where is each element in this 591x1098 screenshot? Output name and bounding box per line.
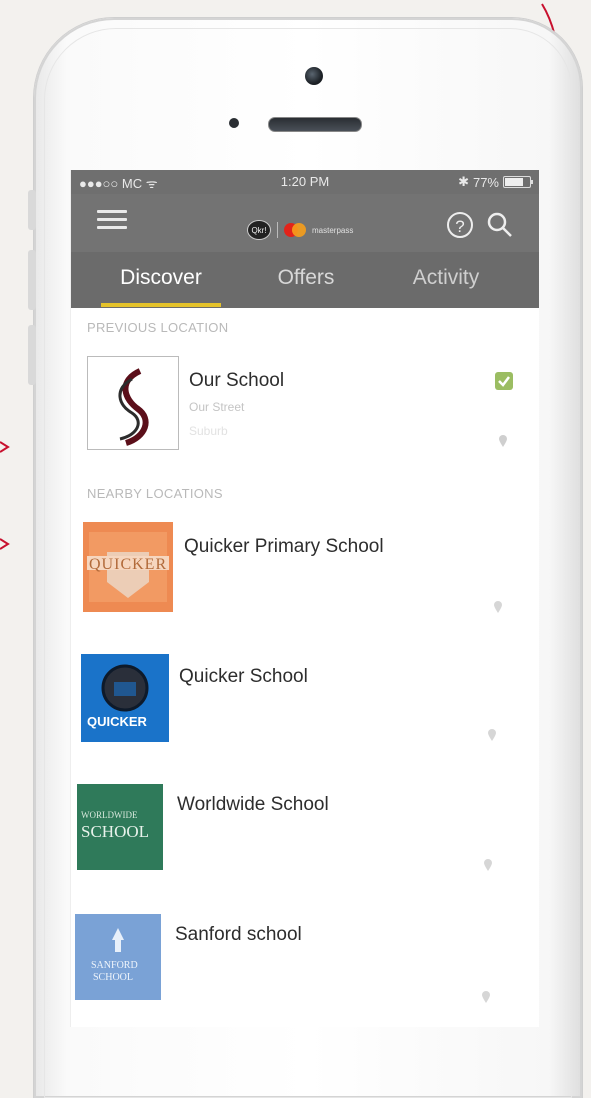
section-header-previous: PREVIOUS LOCATION xyxy=(87,320,229,335)
app-header: Qkr! masterpass ? xyxy=(71,194,539,252)
location-address: Our Street xyxy=(189,400,245,414)
location-name: Quicker Primary School xyxy=(184,536,384,557)
logo-text: QUICKER xyxy=(89,556,168,573)
volume-down-button xyxy=(28,325,36,385)
logo-text-top: WORLDWIDE xyxy=(81,810,138,820)
location-name: Our School xyxy=(189,370,285,391)
location-name: Quicker School xyxy=(179,666,308,687)
status-bar: ●●●○○ MC ᯤ 1:20 PM ✱ 77% xyxy=(71,170,539,194)
bluetooth-icon: ✱ xyxy=(458,174,469,189)
menu-icon[interactable] xyxy=(97,210,127,232)
location-pin-icon xyxy=(494,601,502,613)
brand-logo: Qkr! masterpass xyxy=(247,220,353,240)
mastercard-icon xyxy=(284,223,306,237)
list-item-worldwide-school[interactable]: WORLDWIDE SCHOOL Worldwide School xyxy=(71,782,539,902)
list-item-sanford-school[interactable]: SANFORD SCHOOL Sanford school xyxy=(71,912,539,1027)
search-icon[interactable] xyxy=(487,212,513,238)
help-icon[interactable]: ? xyxy=(447,212,473,238)
app-screen: ●●●○○ MC ᯤ 1:20 PM ✱ 77% Qkr! masterpass… xyxy=(70,170,539,1027)
battery-status: ✱ 77% xyxy=(458,174,533,190)
location-pin-icon xyxy=(484,859,492,871)
list-item-our-school[interactable]: Our School Our Street Suburb xyxy=(71,350,539,470)
location-name: Worldwide School xyxy=(177,794,329,815)
battery-icon xyxy=(503,176,533,188)
location-pin-icon xyxy=(482,991,490,1003)
list-item-quicker-primary[interactable]: QUICKER Quicker Primary School xyxy=(71,522,539,642)
annotation-mark-icon xyxy=(0,538,10,550)
masterpass-label: masterpass xyxy=(312,225,354,235)
logo-text-bottom: SCHOOL xyxy=(93,972,134,983)
verified-check-icon xyxy=(495,372,513,390)
qkr-logo: Qkr! xyxy=(247,220,271,240)
volume-up-button xyxy=(28,250,36,310)
worldwide-school-logo: WORLDWIDE SCHOOL xyxy=(77,784,163,870)
sanford-school-logo: SANFORD SCHOOL xyxy=(75,914,161,1000)
quicker-primary-logo: QUICKER xyxy=(83,522,173,612)
list-item-quicker-school[interactable]: QUICKER Quicker School xyxy=(71,652,539,772)
section-header-nearby: NEARBY LOCATIONS xyxy=(87,486,223,501)
tab-bar: Discover Offers Activity xyxy=(71,252,539,308)
tab-selected-indicator xyxy=(101,303,221,307)
our-school-logo xyxy=(87,356,179,450)
proximity-sensor xyxy=(229,118,239,128)
front-camera xyxy=(305,67,323,85)
earpiece-speaker xyxy=(268,117,362,132)
annotation-mark-icon xyxy=(0,441,10,453)
quicker-school-logo: QUICKER xyxy=(81,654,169,742)
battery-percent: 77% xyxy=(472,174,499,190)
tab-activity[interactable]: Activity xyxy=(391,252,501,308)
location-name: Sanford school xyxy=(175,924,302,945)
location-pin-icon xyxy=(499,435,507,447)
location-suburb: Suburb xyxy=(189,424,228,438)
mute-switch xyxy=(28,190,36,230)
logo-text-top: SANFORD xyxy=(91,960,138,971)
location-pin-icon xyxy=(488,729,496,741)
tab-offers[interactable]: Offers xyxy=(251,252,361,308)
logo-text-bottom: SCHOOL xyxy=(81,822,150,841)
tab-discover[interactable]: Discover xyxy=(99,252,223,308)
logo-text: QUICKER xyxy=(87,714,147,729)
